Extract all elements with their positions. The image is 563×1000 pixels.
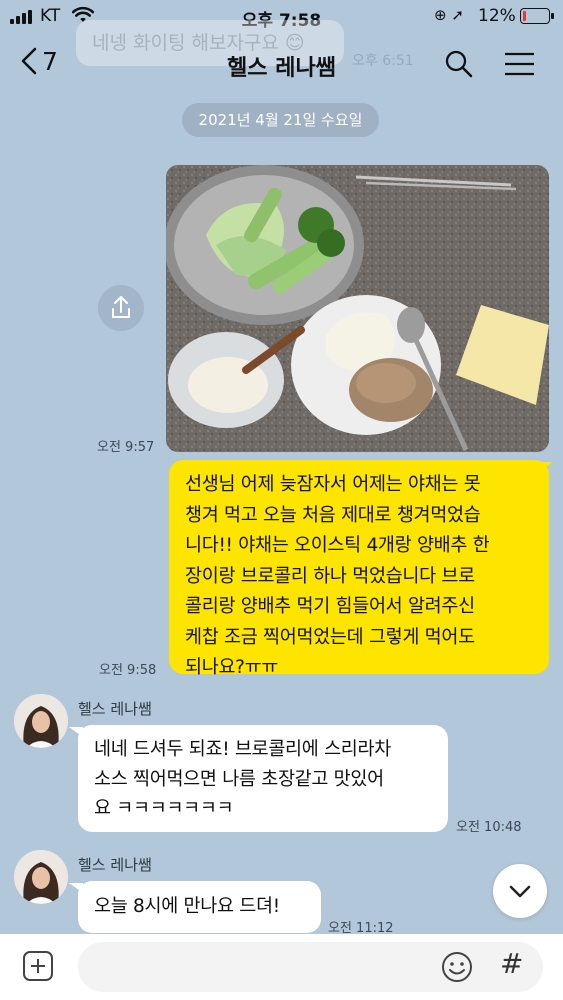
message-time: 오전 9:58 bbox=[99, 663, 157, 678]
sender-name: 헬스 레나쌤 bbox=[78, 700, 152, 718]
avatar[interactable] bbox=[14, 694, 68, 748]
food-photo-image bbox=[166, 165, 549, 452]
message-time: 오전 9:57 bbox=[97, 440, 155, 455]
their-message-bubble[interactable]: 오늘 8시에 만나요 드뎌! bbox=[78, 881, 321, 933]
message-time: 오전 10:48 bbox=[456, 820, 522, 835]
battery-icon bbox=[520, 8, 554, 24]
hashtag-icon[interactable]: # bbox=[500, 947, 523, 980]
location-arrow-icon: ➚ bbox=[451, 6, 464, 24]
message-line: 되나요?ㅠㅠ bbox=[185, 657, 279, 678]
message-line: 케찹 조금 찍어먹었는데 그렇게 먹어도 bbox=[185, 626, 475, 648]
profile-photo-image bbox=[14, 850, 68, 904]
message-text: 오늘 8시에 만나요 드뎌! bbox=[94, 896, 280, 917]
date-divider: 2021년 4월 21일 수요일 bbox=[182, 103, 379, 137]
bubble-tail bbox=[69, 727, 83, 737]
scroll-to-bottom-button[interactable] bbox=[493, 864, 547, 918]
share-button[interactable] bbox=[98, 285, 144, 331]
battery-percent: 12% bbox=[478, 6, 516, 26]
message-line: 요 ㅋㅋㅋㅋㅋㅋㅋ bbox=[94, 798, 234, 819]
search-icon[interactable] bbox=[443, 48, 475, 80]
share-icon bbox=[112, 296, 130, 318]
photo-message[interactable] bbox=[166, 165, 549, 452]
chevron-down-icon bbox=[509, 885, 531, 898]
sender-name: 헬스 레나쌤 bbox=[78, 856, 152, 874]
message-line: 니다!! 야채는 오이스틱 4개랑 양배추 한 bbox=[185, 535, 490, 556]
message-line: 소스 찍어먹으면 나름 초장같고 맛있어 bbox=[94, 768, 384, 790]
their-message-bubble[interactable]: 네네 드셔두 되죠! 브로콜리에 스리라차 소스 찍어먹으면 나름 초장같고 맛… bbox=[78, 725, 448, 832]
message-input-bar: # bbox=[0, 934, 563, 1000]
message-line: 챙겨 먹고 오늘 처음 제대로 챙겨먹었습 bbox=[185, 504, 481, 526]
orientation-lock-icon: ⊕ bbox=[434, 6, 447, 24]
message-line: 콜리랑 양배추 먹기 힘들어서 알려주신 bbox=[185, 596, 475, 617]
emoji-icon[interactable] bbox=[440, 950, 474, 984]
bubble-tail bbox=[539, 462, 553, 472]
message-line: 선생님 어제 늦잠자서 어제는 야채는 못 bbox=[185, 474, 481, 495]
chat-header: 7 헬스 레나쌤 bbox=[0, 34, 563, 94]
message-line: 장이랑 브로콜리 하나 먹었습니다 브로 bbox=[185, 565, 475, 587]
plus-icon[interactable] bbox=[22, 950, 54, 982]
battery-fill bbox=[523, 11, 526, 21]
chat-title: 헬스 레나쌤 bbox=[227, 56, 336, 81]
profile-photo-image bbox=[14, 694, 68, 748]
avatar[interactable] bbox=[14, 850, 68, 904]
menu-icon[interactable] bbox=[503, 48, 535, 80]
my-message-bubble[interactable]: 선생님 어제 늦잠자서 어제는 야채는 못 챙겨 먹고 오늘 처음 제대로 챙겨… bbox=[169, 460, 549, 678]
message-line: 네네 드셔두 되죠! 브로콜리에 스리라차 bbox=[94, 739, 391, 760]
bubble-tail bbox=[69, 883, 83, 893]
